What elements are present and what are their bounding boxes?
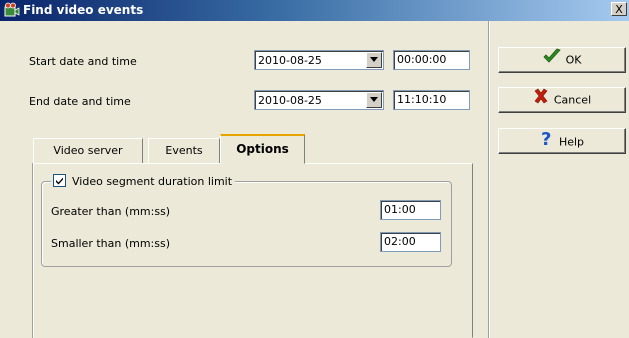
start-date-combo[interactable]: 2010-08-25 xyxy=(254,50,384,70)
smaller-than-label: Smaller than (mm:ss) xyxy=(51,237,171,250)
end-date-dropdown-button[interactable] xyxy=(366,92,382,108)
window-title: Find video events xyxy=(23,3,144,17)
svg-text:?: ? xyxy=(541,129,551,147)
tab-options[interactable]: Options xyxy=(220,134,305,165)
film-camera-icon xyxy=(4,2,20,18)
help-label: Help xyxy=(558,135,585,149)
start-date-dropdown-button[interactable] xyxy=(366,52,382,68)
tab-events[interactable]: Events xyxy=(148,138,220,164)
ok-label: OK xyxy=(565,53,582,67)
x-mark-icon xyxy=(533,88,549,113)
question-mark-icon: ? xyxy=(540,129,554,156)
start-time-field[interactable]: 00:00:00 xyxy=(393,50,470,70)
start-date-value: 2010-08-25 xyxy=(258,54,322,67)
chevron-down-icon xyxy=(370,97,378,102)
end-time-field[interactable]: 11:10:10 xyxy=(393,90,470,110)
duration-limit-label: Video segment duration limit xyxy=(72,175,233,188)
end-date-value: 2010-08-25 xyxy=(258,94,322,107)
cancel-button[interactable]: Cancel xyxy=(498,87,626,113)
cancel-label: Cancel xyxy=(553,93,592,107)
tab-video-server[interactable]: Video server xyxy=(33,138,143,164)
duration-limit-checkbox-row[interactable]: Video segment duration limit xyxy=(51,174,236,188)
greater-than-label: Greater than (mm:ss) xyxy=(51,205,171,218)
title-bar[interactable]: Find video events X xyxy=(0,0,629,21)
smaller-than-field[interactable]: 02:00 xyxy=(380,232,441,252)
duration-limit-checkbox[interactable] xyxy=(53,174,66,187)
checkmark-icon xyxy=(542,48,561,73)
checkmark-icon xyxy=(56,177,63,185)
end-date-combo[interactable]: 2010-08-25 xyxy=(254,90,384,110)
help-button[interactable]: ? Help xyxy=(498,128,626,154)
duration-limit-group xyxy=(41,181,452,267)
start-date-label: Start date and time xyxy=(29,55,137,68)
greater-than-field[interactable]: 01:00 xyxy=(380,200,441,220)
end-date-label: End date and time xyxy=(29,95,131,108)
close-button[interactable]: X xyxy=(611,2,627,16)
chevron-down-icon xyxy=(370,57,378,62)
vertical-separator xyxy=(488,21,490,338)
ok-button[interactable]: OK xyxy=(498,47,626,73)
